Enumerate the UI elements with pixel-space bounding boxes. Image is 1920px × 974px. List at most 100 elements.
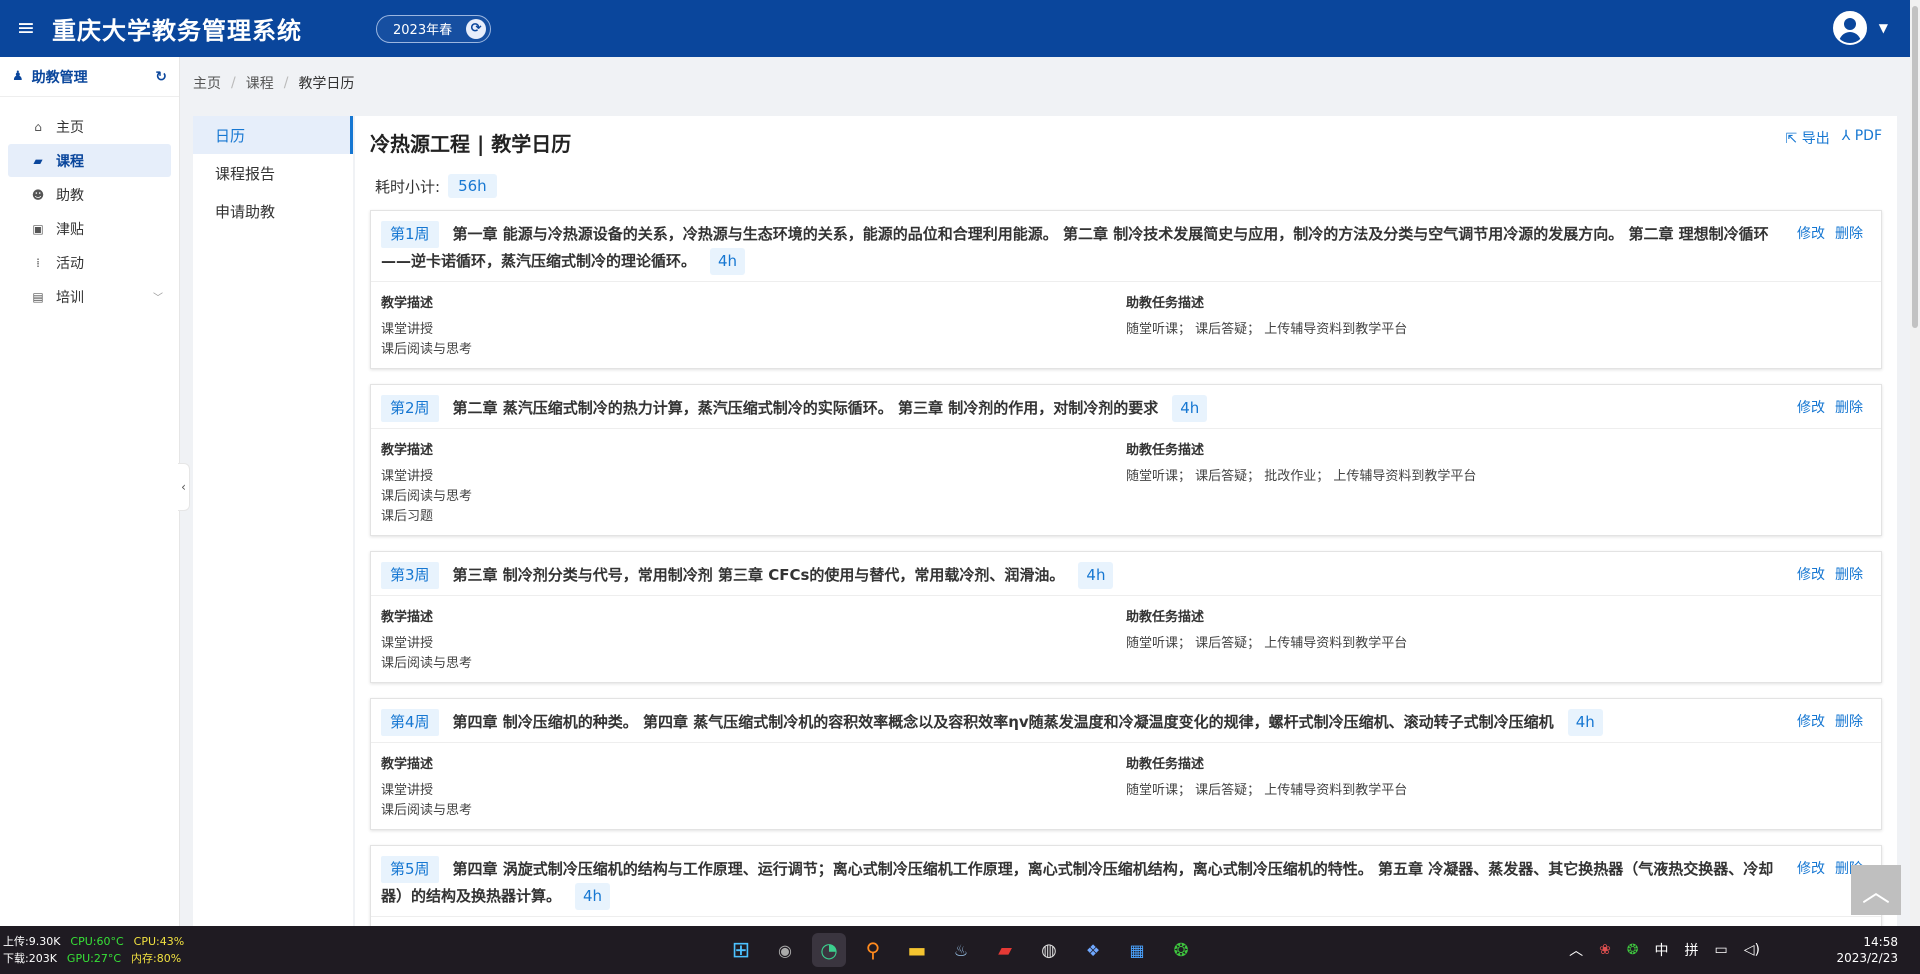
wechat-icon[interactable]: ❂ [1164, 933, 1198, 967]
content-panel: 冷热源工程 | 教学日历 ⇱ 导出 ⅄ PDF 耗时小计: 56h 第1周 第一章… [355, 116, 1897, 926]
teaching-title: 教学描述 [381, 757, 434, 772]
menu-toggle-icon[interactable]: ≡ [0, 16, 52, 41]
taskbar: 上传:9.30K CPU:60°C CPU:43% 下载:203K GPU:27… [0, 926, 1920, 974]
ime-language[interactable]: 中 [1655, 940, 1669, 960]
edit-button[interactable]: 修改 [1797, 709, 1825, 736]
globe-app-icon[interactable]: ◍ [1032, 933, 1066, 967]
upload-speed: 上传:9.30K [3, 935, 61, 948]
breadcrumb-course[interactable]: 课程 [246, 73, 274, 93]
week-card: 第2周 第二章 蒸汽压缩式制冷的热力计算，蒸汽压缩式制冷的实际循环。 第三章 制冷… [370, 384, 1882, 536]
week-card: 第1周 第一章 能源与冷热源设备的关系，冷热源与生态环境的关系，能源的品位和合理利… [370, 210, 1882, 369]
sidebar-item-label: 课程 [56, 153, 84, 170]
folder-icon[interactable]: ▬ [900, 933, 934, 967]
sub-navigation: 日历 课程报告 申请助教 [193, 116, 353, 926]
window-app-icon[interactable]: ▦ [1120, 933, 1154, 967]
sidebar-item[interactable]: ⁞ 活动 [8, 246, 171, 279]
edge-browser-icon[interactable]: ◔ [812, 933, 846, 967]
week-hours: 4h [1567, 709, 1603, 736]
teaching-item: 课堂讲授 [381, 636, 434, 651]
sidebar-item-label: 培训 [56, 289, 84, 306]
back-to-top-button[interactable]: ︿ [1851, 865, 1901, 915]
clock-time: 14:58 [1863, 935, 1898, 949]
tray-expand-icon[interactable]: ︿ [1569, 940, 1583, 960]
week-number: 第5周 [381, 856, 439, 883]
red-app-icon[interactable]: ▰ [988, 933, 1022, 967]
sidebar-item[interactable]: ☻ 助教 [8, 178, 171, 211]
ta-task-description: 助教任务描述 随堂听课； 课后答疑； 上传辅导资料到教学平台 [1126, 292, 1871, 360]
delete-button[interactable]: 删除 [1835, 709, 1863, 736]
pdf-button[interactable]: ⅄ PDF [1842, 128, 1882, 148]
refresh-icon[interactable]: ↻ [155, 69, 167, 85]
pdf-icon: ⅄ [1841, 128, 1855, 144]
ta-task-text: 随堂听课； 课后答疑； 上传辅导资料到教学平台 [1126, 322, 1408, 337]
volume-icon[interactable]: ◁) [1744, 942, 1760, 958]
total-hours-value: 56h [448, 174, 497, 198]
teaching-title: 教学描述 [381, 296, 434, 311]
teaching-item: 课后阅读与思考 [381, 656, 473, 671]
delete-button[interactable]: 删除 [1835, 562, 1863, 589]
teaching-description: 教学描述 课堂讲授 课后阅读与思考 [381, 292, 1126, 360]
ime-mode[interactable]: 拼 [1685, 940, 1699, 960]
top-bar: ≡ 重庆大学教务管理系统 2023年春 ⟳ ▼ [0, 0, 1910, 57]
semester-selector[interactable]: 2023年春 ⟳ [376, 14, 492, 43]
page-title: 冷热源工程 | 教学日历 [370, 132, 572, 156]
week-header: 第3周 第三章 制冷剂分类与代号，常用制冷剂 第三章 CFCs的使用与替代，常用载… [371, 552, 1881, 596]
week-hours: 4h [575, 883, 611, 910]
delete-button[interactable]: 删除 [1835, 395, 1863, 422]
sidebar-item-label: 津贴 [56, 221, 84, 238]
sidebar-item[interactable]: ▰ 课程 [8, 144, 171, 177]
teaching-item: 课后阅读与思考 [381, 342, 473, 357]
week-body: 教学描述课堂讲授课后阅读与思考助教任务描述随堂听课； 课后答疑； 上传辅导资料到… [371, 282, 1881, 368]
week-body: 教学描述 课堂讲授 课后阅读与思考 课后习题 助教任务描述 随堂听课； 课后答疑； 批改作… [371, 429, 1881, 535]
app-title: 重庆大学教务管理系统 [52, 17, 302, 45]
ta-task-description: 助教任务描述 随堂听课； 课后答疑； 批改作业； 上传辅导资料到教学平台 [1126, 439, 1871, 527]
edit-button[interactable]: 修改 [1797, 562, 1825, 589]
clock-date: 2023/2/23 [1836, 951, 1898, 965]
ta-manage-icon: ♟ [12, 69, 24, 84]
page-scrollbar[interactable] [1910, 0, 1920, 926]
network-icon[interactable]: ▭ [1715, 942, 1728, 958]
steam-icon[interactable]: ♨ [944, 933, 978, 967]
delete-button[interactable]: 删除 [1835, 221, 1863, 248]
tray-wechat-icon[interactable]: ❂ [1627, 942, 1639, 958]
taskbar-apps: ⊞ ◉ ◔ ⚲ ▬ ♨ ▰ ◍ ❖ ▦ ❂ [724, 933, 1198, 967]
breadcrumb-home[interactable]: 主页 [193, 73, 221, 93]
teaching-item: 课后阅读与思考 [381, 489, 473, 504]
user-menu[interactable]: ▼ [1832, 11, 1888, 45]
sidebar-header-label: 助教管理 [31, 69, 88, 86]
avatar[interactable] [1832, 11, 1867, 45]
chevron-down-icon[interactable]: ﹀ [153, 289, 163, 304]
subnav-apply-ta[interactable]: 申请助教 [193, 192, 353, 230]
week-hours: 4h [1078, 562, 1114, 589]
subnav-calendar[interactable]: 日历 [193, 116, 353, 154]
teaching-description: 教学描述 课堂讲授 课后阅读与思考 课后习题 [381, 439, 1126, 527]
edit-button[interactable]: 修改 [1797, 856, 1825, 883]
sidebar-item-label: 活动 [56, 255, 84, 272]
download-speed: 下载:203K [3, 952, 57, 965]
switch-semester-icon[interactable]: ⟳ [466, 18, 487, 39]
edit-button[interactable]: 修改 [1797, 221, 1825, 248]
week-number: 第4周 [381, 709, 439, 736]
subnav-course-report[interactable]: 课程报告 [193, 154, 353, 192]
edit-button[interactable]: 修改 [1797, 395, 1825, 422]
sidebar-item[interactable]: ▤ 培训 ﹀ [8, 280, 171, 313]
ta-task-description: 助教任务描述 随堂听课； 课后答疑； 上传辅导资料到教学平台 [1126, 753, 1871, 821]
semester-label: 2023年春 [393, 23, 453, 38]
week-header: 第5周 第四章 涡旋式制冷压缩机的结构与工作原理、运行调节；离心式制冷压缩机工作原… [371, 846, 1881, 917]
windows-start-icon[interactable]: ⊞ [724, 933, 758, 967]
export-button[interactable]: ⇱ 导出 [1786, 128, 1830, 148]
activity-icon: ⁞ [36, 255, 40, 270]
sidebar-item[interactable]: ⌂ 主页 [8, 110, 171, 143]
system-monitor: 上传:9.30K CPU:60°C CPU:43% 下载:203K GPU:27… [3, 933, 184, 967]
app-dark-icon[interactable]: ◉ [768, 933, 802, 967]
sidebar-item[interactable]: ▣ 津贴 [8, 212, 171, 245]
search-app-icon[interactable]: ⚲ [856, 933, 890, 967]
clock[interactable]: 14:58 2023/2/23 [1836, 934, 1898, 966]
tray-app-icon[interactable]: ❀ [1599, 942, 1611, 958]
collapse-sidebar-button[interactable]: ‹ [178, 463, 190, 511]
caret-down-icon[interactable]: ▼ [1879, 21, 1888, 35]
cpu-load: CPU:43% [133, 935, 185, 948]
network-app-icon[interactable]: ❖ [1076, 933, 1110, 967]
scrollbar-thumb[interactable] [1912, 6, 1918, 328]
week-actions: 修改 删除 [1797, 709, 1863, 736]
